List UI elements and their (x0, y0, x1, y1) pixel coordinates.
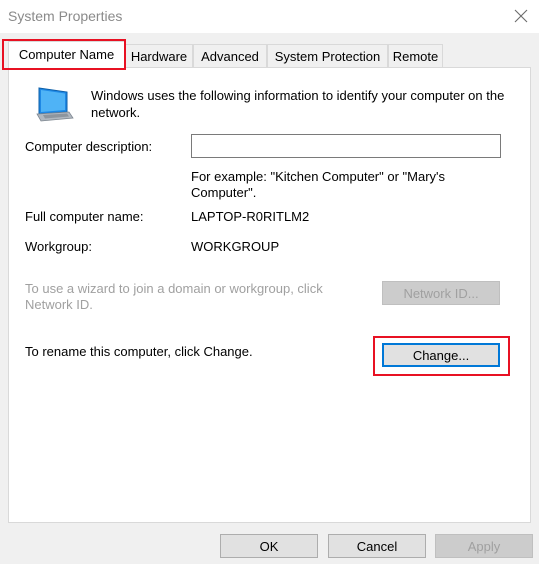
cancel-button[interactable]: Cancel (328, 534, 426, 558)
network-id-button[interactable]: Network ID... (382, 281, 500, 305)
change-button[interactable]: Change... (382, 343, 500, 367)
ok-button[interactable]: OK (220, 534, 318, 558)
computer-name-panel: Windows uses the following information t… (8, 67, 531, 523)
computer-description-input[interactable] (191, 134, 501, 158)
window-title: System Properties (8, 8, 123, 24)
tab-computer-name[interactable]: Computer Name (8, 41, 125, 68)
tab-remote[interactable]: Remote (388, 44, 443, 67)
workgroup-value: WORKGROUP (191, 239, 280, 254)
rename-help-text: To rename this computer, click Change. (25, 344, 253, 359)
tab-hardware[interactable]: Hardware (125, 44, 193, 67)
tab-system-protection[interactable]: System Protection (267, 44, 388, 67)
workgroup-label: Workgroup: (25, 239, 92, 254)
description-hint: For example: "Kitchen Computer" or "Mary… (191, 169, 446, 200)
apply-button[interactable]: Apply (435, 534, 533, 558)
full-computer-name-label: Full computer name: (25, 209, 144, 224)
intro-text: Windows uses the following information t… (91, 88, 505, 120)
full-computer-name-value: LAPTOP-R0RITLM2 (191, 209, 310, 224)
close-icon (514, 9, 528, 23)
computer-description-label: Computer description: (25, 139, 153, 154)
computer-icon (36, 87, 74, 122)
network-id-help-text: To use a wizard to join a domain or work… (25, 281, 323, 312)
tab-advanced[interactable]: Advanced (193, 44, 267, 67)
title-bar: System Properties (0, 0, 539, 33)
close-button[interactable] (509, 4, 533, 28)
